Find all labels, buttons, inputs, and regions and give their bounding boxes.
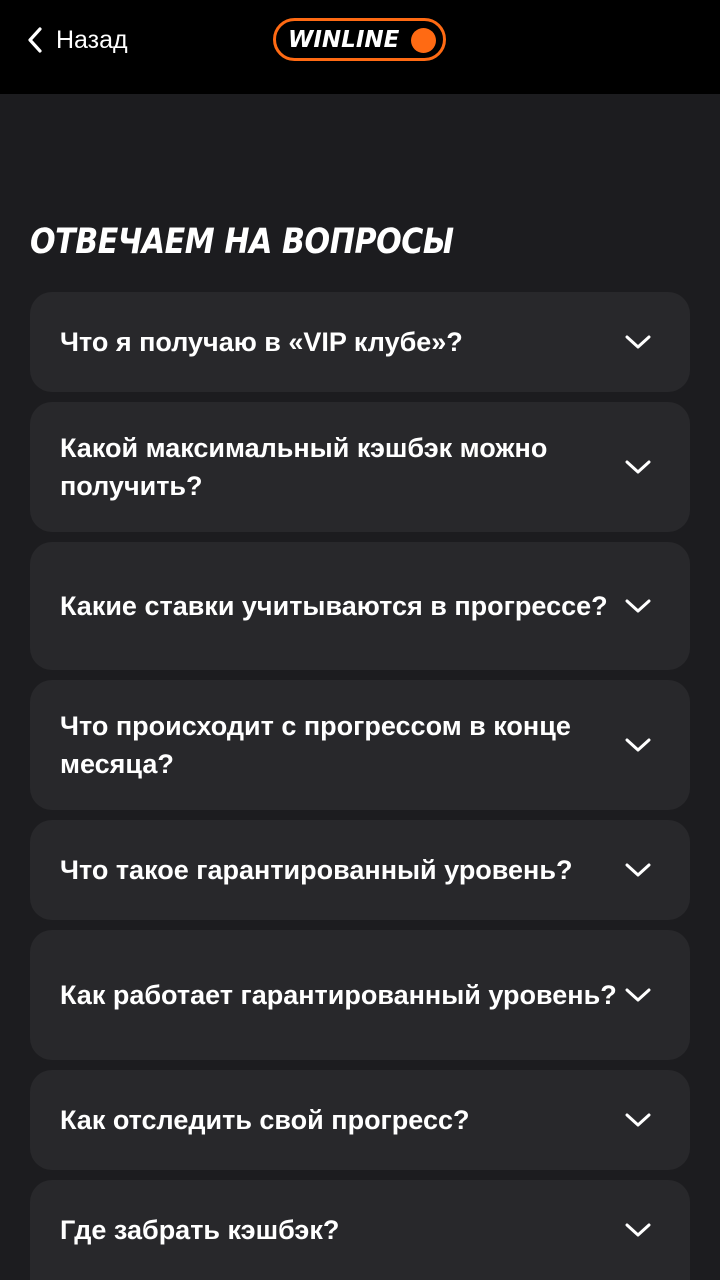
chevron-down-icon: [625, 599, 651, 613]
top-bar: Назад WINLINE: [0, 0, 720, 94]
back-label: Назад: [56, 25, 128, 54]
faq-item[interactable]: Как отследить свой прогресс?: [30, 1070, 690, 1170]
logo-text: WINLINE: [288, 26, 400, 53]
chevron-down-icon: [625, 988, 651, 1002]
faq-question: Что я получаю в «VIP клубе»?: [60, 327, 463, 357]
faq-question: Какой максимальный кэшбэк можно получить…: [60, 433, 548, 501]
faq-question: Как отследить свой прогресс?: [60, 1105, 470, 1135]
chevron-down-icon: [625, 460, 651, 474]
faq-item[interactable]: Какой максимальный кэшбэк можно получить…: [30, 402, 690, 532]
faq-item[interactable]: Что такое гарантированный уровень?: [30, 820, 690, 920]
faq-question: Что такое гарантированный уровень?: [60, 855, 573, 885]
faq-item[interactable]: Какие ставки учитываются в прогрессе?: [30, 542, 690, 670]
faq-item[interactable]: Что происходит с прогрессом в конце меся…: [30, 680, 690, 810]
faq-question: Какие ставки учитываются в прогрессе?: [60, 591, 608, 621]
chevron-down-icon: [625, 1113, 651, 1127]
winline-logo: WINLINE: [273, 18, 446, 61]
logo-dot: [411, 28, 436, 53]
chevron-left-icon: [28, 27, 42, 53]
chevron-down-icon: [625, 335, 651, 349]
faq-question: Что происходит с прогрессом в конце меся…: [60, 711, 571, 779]
back-button[interactable]: Назад: [26, 22, 128, 58]
faq-item[interactable]: Как работает гарантированный уровень?: [30, 930, 690, 1060]
chevron-down-icon: [625, 863, 651, 877]
faq-question: Где забрать кэшбэк?: [60, 1215, 340, 1245]
chevron-down-icon: [625, 1223, 651, 1237]
section-title: ОТВЕЧАЕМ НА ВОПРОСЫ: [30, 222, 454, 262]
faq-question: Как работает гарантированный уровень?: [60, 980, 617, 1010]
chevron-down-icon: [625, 738, 651, 752]
faq-item[interactable]: Где забрать кэшбэк?: [30, 1180, 690, 1280]
faq-item[interactable]: Что я получаю в «VIP клубе»?: [30, 292, 690, 392]
